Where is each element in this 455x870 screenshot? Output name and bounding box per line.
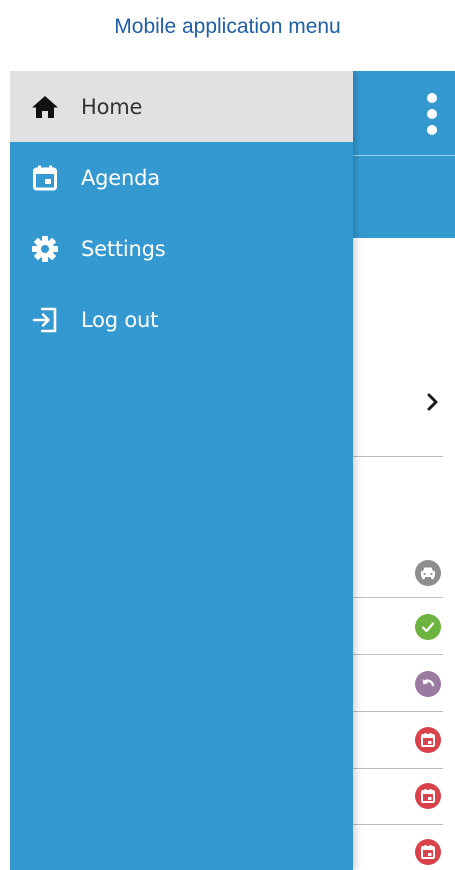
home-icon [30, 92, 60, 122]
row-divider [350, 711, 443, 712]
menu-item-label: Log out [81, 307, 159, 332]
navigation-drawer: Home Agenda Settings Log out [10, 71, 353, 870]
phone-screen: Home Agenda Settings Log out [10, 71, 455, 870]
more-vertical-icon[interactable] [425, 93, 439, 135]
menu-item-label: Home [81, 94, 143, 119]
chevron-right-icon[interactable] [425, 390, 441, 414]
menu-item-logout[interactable]: Log out [10, 284, 353, 355]
menu-item-agenda[interactable]: Agenda [10, 142, 353, 213]
menu-item-label: Settings [81, 236, 166, 261]
row-divider [350, 456, 443, 457]
logout-icon [30, 305, 60, 335]
calendar-icon [415, 727, 441, 753]
row-divider [350, 597, 443, 598]
car-icon [415, 560, 441, 586]
gear-icon [30, 234, 60, 264]
row-divider [350, 824, 443, 825]
check-icon [415, 614, 441, 640]
row-divider [350, 654, 443, 655]
undo-icon [415, 671, 441, 697]
figure-caption: Mobile application menu [114, 15, 341, 38]
row-divider [350, 768, 443, 769]
calendar-icon [415, 783, 441, 809]
menu-item-label: Agenda [81, 165, 160, 190]
calendar-icon [415, 839, 441, 865]
menu-item-home[interactable]: Home [10, 71, 353, 142]
calendar-icon [30, 163, 60, 193]
menu-item-settings[interactable]: Settings [10, 213, 353, 284]
